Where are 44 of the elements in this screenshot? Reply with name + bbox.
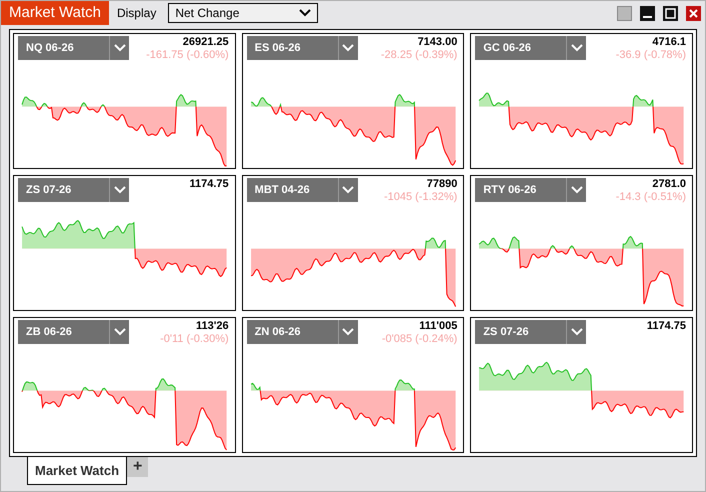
display-label: Display [116,5,156,22]
change-text: -14.3 (-0.51%) [616,191,686,204]
symbol-dropdown[interactable]: ZB 06-26 [18,320,129,344]
price-text: 26921.25 [182,36,229,49]
display-dropdown[interactable]: Net Change [168,3,318,23]
maximize-icon[interactable] [663,6,678,20]
chevron-down-icon [570,44,583,52]
symbol-dropdown[interactable]: ZS 07-26 [475,320,586,344]
chevron-down-icon [114,328,126,336]
price-text: 1174.75 [190,178,229,191]
chevron-down-icon [570,186,583,194]
price-text: 4716.1 [652,36,686,49]
add-tab-button[interactable]: + [127,457,148,477]
change-text: -0'11 (-0.30%) [160,333,229,346]
chevron-down-icon [114,186,126,194]
minimize-icon[interactable] [640,6,655,20]
change-text: -161.75 (-0.60%) [146,49,229,62]
symbol-dropdown[interactable]: ZS 07-26 [18,178,129,202]
chevron-down-icon [342,328,354,336]
price-text: 2781.0 [652,178,686,191]
price-text: 111'005 [419,320,458,333]
chevron-down-icon [570,328,583,336]
chevron-down-icon [114,44,126,52]
symbol-dropdown[interactable]: ES 06-26 [246,36,358,60]
symbol-dropdown[interactable]: ZN 06-26 [246,320,358,344]
symbol-dropdown[interactable]: RTY 06-26 [475,178,586,202]
change-text: -36.9 (-0.78%) [616,49,686,62]
close-icon[interactable] [686,6,701,20]
chevron-down-icon [342,44,354,52]
price-text: 77890 [426,178,458,191]
restore-button[interactable] [617,6,632,20]
symbol-dropdown[interactable]: GC 06-26 [475,36,586,60]
price-text: 113'26 [196,320,229,333]
chevron-down-icon [342,186,354,194]
change-text: -1045 (-1.32%) [384,191,458,204]
tab[interactable]: Market Watch [27,457,128,485]
price-text: 7143.00 [418,36,458,49]
change-text: -0'085 (-0.24%) [382,333,458,346]
symbol-dropdown[interactable]: MBT 04-26 [246,178,358,202]
price-text: 1174.75 [646,320,686,333]
change-text: -28.25 (-0.39%) [380,49,458,62]
window-title: Market Watch [1,1,109,25]
chevron-down-icon [299,9,312,17]
symbol-dropdown[interactable]: NQ 06-26 [18,36,129,60]
